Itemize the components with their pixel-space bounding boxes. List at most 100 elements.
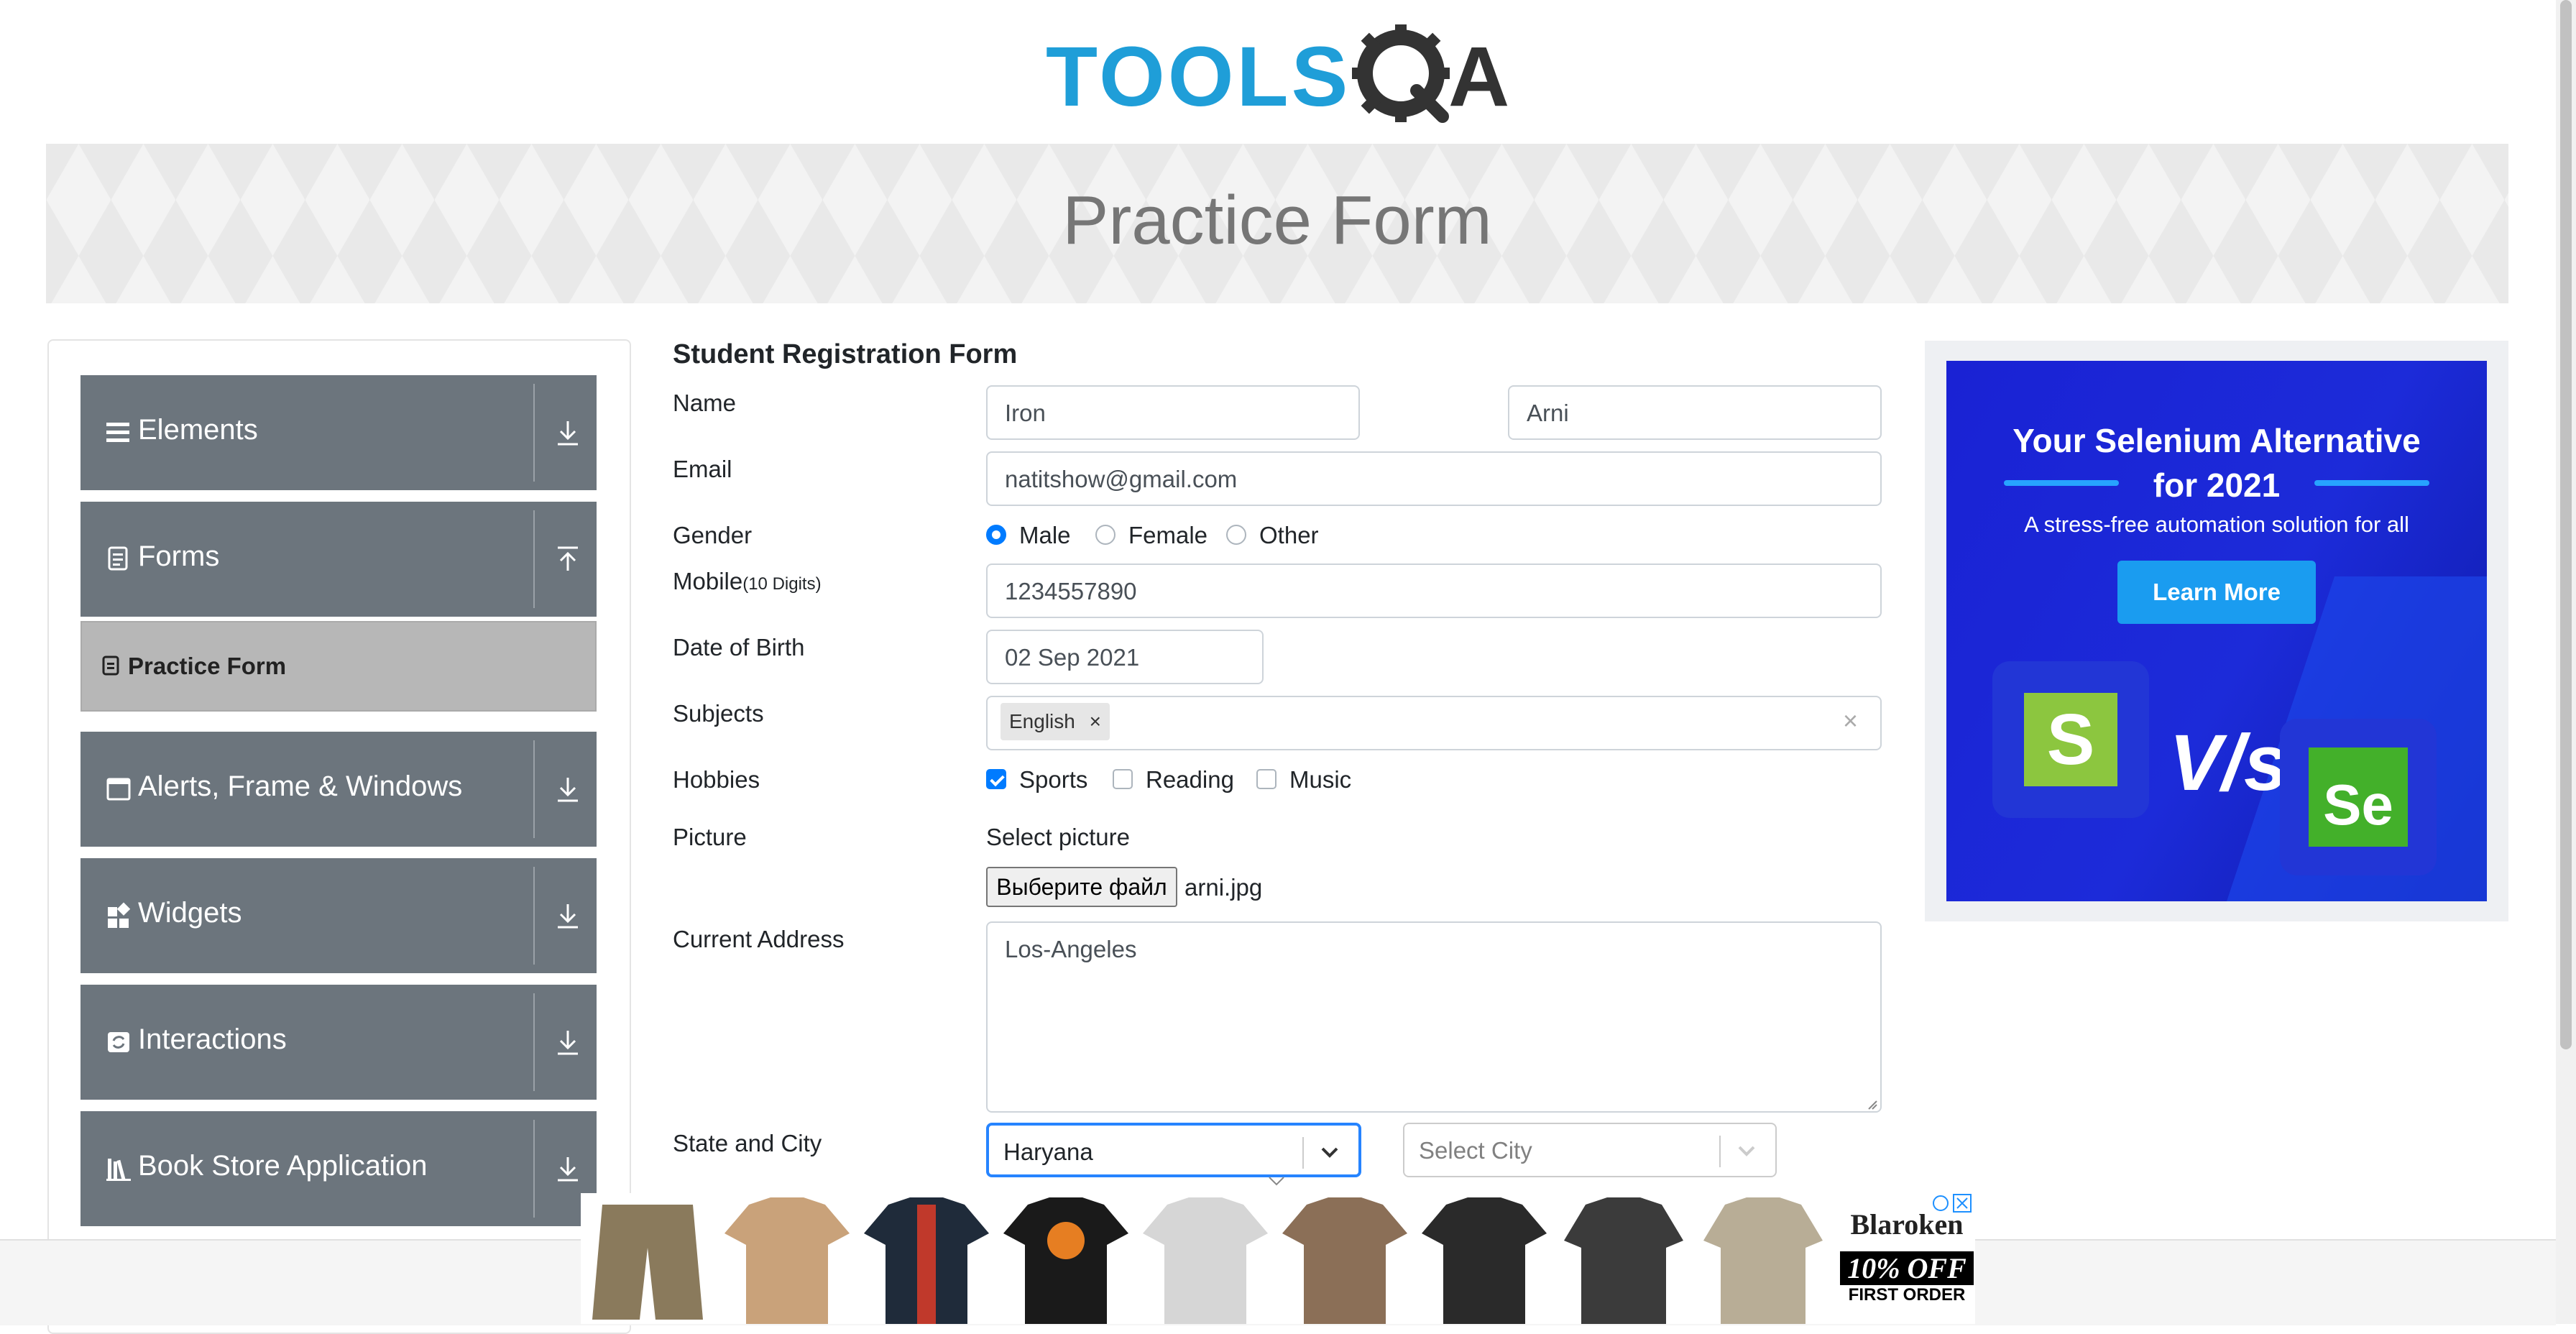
ad-brand: Blaroken 10% OFF FIRST ORDER: [1840, 1208, 1974, 1305]
toolsqa-logo[interactable]: TOOLS A: [1046, 22, 1513, 129]
gender-male-label[interactable]: Male: [1019, 522, 1071, 549]
ad-collapse-chevron-icon[interactable]: [1266, 1174, 1287, 1187]
gender-other-radio[interactable]: [1226, 525, 1246, 545]
subject-tag-remove-icon[interactable]: ×: [1090, 710, 1101, 732]
tshirt-image-icon: [1422, 1197, 1547, 1324]
chevron-down-icon[interactable]: [1734, 1137, 1760, 1166]
hobby-sports-label[interactable]: Sports: [1019, 766, 1087, 794]
ad-creative: Your Selenium Alternative for 2021 A str…: [1946, 361, 2487, 901]
gender-female-radio[interactable]: [1095, 525, 1116, 545]
jacket-image-icon: [1703, 1197, 1823, 1324]
gender-female-label[interactable]: Female: [1128, 522, 1208, 549]
picture-caption: Select picture: [986, 824, 1130, 850]
window-icon: [106, 778, 131, 801]
current-address-textarea[interactable]: Los-Angeles: [986, 921, 1882, 1113]
sidebar-group-label: Alerts, Frame & Windows: [138, 770, 463, 802]
date-of-birth-input[interactable]: 02 Sep 2021: [986, 630, 1264, 684]
tshirt-image-icon: [1143, 1197, 1268, 1324]
sidebar-group-label: Elements: [138, 414, 258, 446]
tshirt-image-icon: [1003, 1197, 1128, 1324]
choose-file-button[interactable]: Выберите файл: [986, 867, 1177, 907]
page-scrollbar[interactable]: [2556, 0, 2576, 1324]
document-icon: [108, 546, 128, 571]
download-arrow-icon[interactable]: [553, 901, 582, 930]
selenium-logo-icon: Se: [2309, 748, 2408, 847]
sidebar-item-label: Practice Form: [128, 653, 287, 679]
ad-offer-sub: FIRST ORDER: [1848, 1285, 1966, 1305]
state-value: Haryana: [1003, 1138, 1093, 1165]
hobby-music-label[interactable]: Music: [1289, 766, 1351, 794]
ad-headline-line1: Your Selenium Alternative: [2012, 422, 2421, 459]
download-arrow-icon[interactable]: [553, 1154, 582, 1183]
gender-male-radio[interactable]: [986, 525, 1006, 545]
shirt-image-icon: [1282, 1197, 1407, 1324]
logo-text-a: A: [1448, 29, 1510, 124]
sidebar-group-elements[interactable]: Elements: [80, 375, 597, 490]
label-state-city: State and City: [673, 1130, 822, 1156]
ad-accent-bar: [2314, 480, 2429, 486]
divider: [533, 993, 535, 1091]
select-divider: [1302, 1137, 1304, 1169]
sidebar-group-forms[interactable]: Forms: [80, 502, 597, 617]
tshirt-image-icon: [864, 1197, 989, 1324]
label-name: Name: [673, 390, 737, 416]
logo-text-tools: TOOLS: [1046, 29, 1351, 124]
page-banner: Practice Form: [46, 144, 2508, 303]
ad-subline: A stress-free automation solution for al…: [2024, 512, 2409, 537]
hobby-reading-checkbox[interactable]: [1113, 769, 1133, 789]
first-name-input[interactable]: Iron: [986, 385, 1360, 440]
state-select[interactable]: Haryana: [986, 1123, 1361, 1177]
jacket-image-icon: [1564, 1197, 1683, 1324]
sidebar-group-interactions[interactable]: Interactions: [80, 985, 597, 1100]
sidebar-item-practice-form[interactable]: Practice Form: [80, 621, 597, 712]
ad-close-icon[interactable]: [1932, 1193, 1972, 1213]
sidebar-group-alerts[interactable]: Alerts, Frame & Windows: [80, 732, 597, 847]
mobile-input[interactable]: 1234557890: [986, 564, 1882, 618]
ad-headline: Your Selenium Alternative for 2021: [1946, 418, 2487, 507]
last-name-input[interactable]: Arni: [1508, 385, 1882, 440]
label-subjects: Subjects: [673, 700, 764, 727]
hobby-sports-checkbox[interactable]: [986, 769, 1006, 789]
left-sidebar: Elements Forms Practice Form Alerts, Fra…: [47, 339, 631, 1334]
label-current-address: Current Address: [673, 926, 845, 952]
page-title: Practice Form: [1062, 182, 1492, 259]
download-arrow-icon[interactable]: [553, 1028, 582, 1057]
hobby-music-checkbox[interactable]: [1256, 769, 1276, 789]
subject-tag-label: English: [1009, 710, 1075, 732]
subjects-input[interactable]: [986, 696, 1882, 750]
subjects-clear-icon[interactable]: ×: [1843, 706, 1858, 736]
hamburger-icon: [106, 423, 129, 442]
hobby-reading-label[interactable]: Reading: [1146, 766, 1234, 794]
katalon-logo-icon: S: [2024, 693, 2117, 786]
chevron-down-icon[interactable]: [1317, 1138, 1343, 1167]
label-picture: Picture: [673, 824, 747, 850]
bottom-advertisement[interactable]: Blaroken 10% OFF FIRST ORDER: [581, 1193, 1975, 1324]
divider: [533, 510, 535, 608]
sidebar-group-book-store[interactable]: Book Store Application: [80, 1111, 597, 1226]
email-input[interactable]: natitshow@gmail.com: [986, 451, 1882, 506]
label-email: Email: [673, 456, 732, 482]
label-mobile-text: Mobile: [673, 568, 743, 594]
sidebar-group-widgets[interactable]: Widgets: [80, 858, 597, 973]
download-arrow-icon[interactable]: [553, 775, 582, 804]
tshirt-image-icon: [724, 1197, 850, 1324]
widgets-icon: [108, 902, 131, 928]
select-divider: [1719, 1136, 1721, 1167]
subject-tag: English ×: [1000, 703, 1110, 740]
form-icon: [102, 656, 119, 676]
city-select[interactable]: Select City: [1403, 1123, 1777, 1177]
interactions-icon: [108, 1032, 129, 1052]
books-icon: [106, 1159, 131, 1181]
form-title: Student Registration Form: [673, 339, 1018, 369]
divider: [533, 867, 535, 965]
ad-logo-left-card: S: [1992, 661, 2149, 818]
sidebar-group-label: Interactions: [138, 1024, 287, 1055]
gender-other-label[interactable]: Other: [1259, 522, 1319, 549]
download-arrow-icon[interactable]: [553, 418, 582, 447]
side-advertisement[interactable]: Your Selenium Alternative for 2021 A str…: [1925, 341, 2508, 921]
sidebar-group-label: Forms: [138, 540, 220, 572]
upload-arrow-icon[interactable]: [553, 545, 582, 574]
scrollbar-thumb[interactable]: [2560, 0, 2572, 1049]
city-placeholder: Select City: [1419, 1137, 1532, 1164]
resize-handle-icon[interactable]: [1866, 1098, 1877, 1110]
